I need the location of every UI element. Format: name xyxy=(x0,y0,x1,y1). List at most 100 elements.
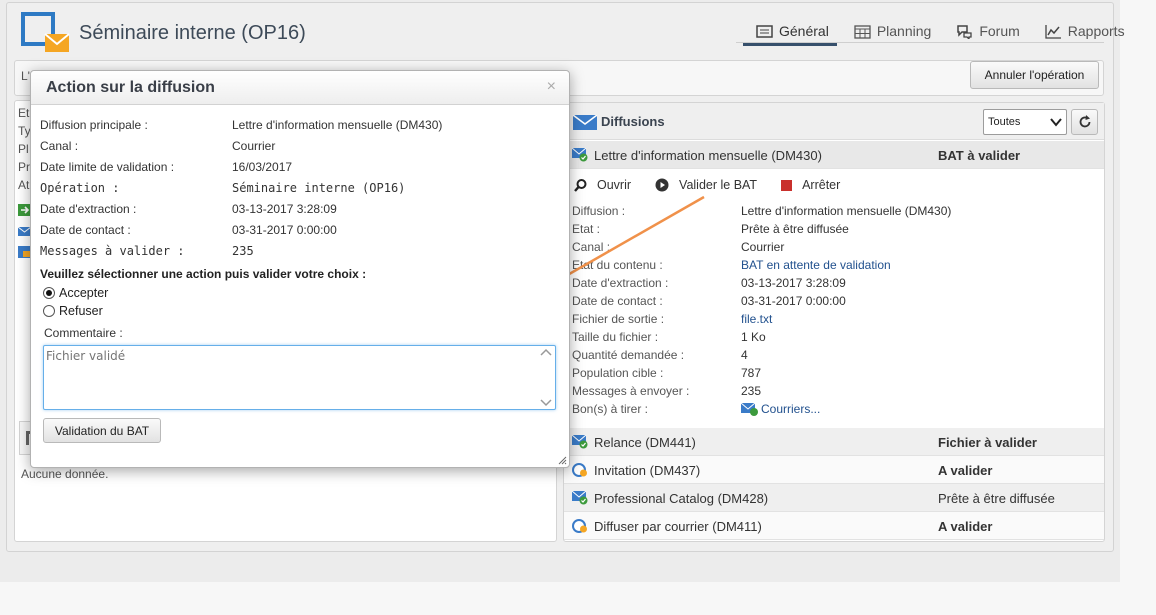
accept-option[interactable]: Accepter xyxy=(43,286,108,300)
delivery-action-dialog: Action sur la diffusion × Diffusion prin… xyxy=(30,70,570,468)
detail-label: Etat du contenu : xyxy=(572,258,663,272)
stop-icon xyxy=(781,179,793,191)
operation-logo-icon xyxy=(21,12,70,52)
dialog-field-link[interactable]: Lettre d'information mensuelle (DM430) xyxy=(232,118,442,132)
tab-planning-label: Planning xyxy=(876,23,932,39)
detail-value: 4 xyxy=(741,348,748,362)
resize-handle-icon[interactable] xyxy=(558,456,567,465)
delivery-status: BAT à valider xyxy=(938,148,1021,163)
envelope-check-icon xyxy=(741,403,758,416)
calendar-icon xyxy=(854,24,871,39)
tab-general-label: Général xyxy=(779,23,829,39)
chart-icon xyxy=(1045,24,1061,39)
toolbar-text: L' xyxy=(21,69,30,83)
detail-label: Diffusion : xyxy=(572,204,626,218)
no-data-text: Aucune donnée. xyxy=(21,467,109,481)
envelope-check-icon xyxy=(572,491,588,505)
general-icon xyxy=(756,24,773,38)
dialog-title: Action sur la diffusion xyxy=(46,79,215,96)
dialog-field-value: 235 xyxy=(232,244,254,258)
cancel-operation-button[interactable]: Annuler l'opération xyxy=(970,61,1099,89)
detail-label: Bon(s) à tirer : xyxy=(572,402,649,416)
comment-label: Commentaire : xyxy=(44,326,123,340)
envelope-check-icon xyxy=(572,435,588,449)
refresh-button[interactable] xyxy=(1071,109,1098,135)
stop-action[interactable]: Arrêter xyxy=(781,178,840,192)
deliveries-panel: Diffusions Toutes Lettre d'information m… xyxy=(563,102,1105,542)
detail-value: 03-31-2017 0:00:00 xyxy=(741,294,846,308)
dialog-instructions: Veuillez sélectionner une action puis va… xyxy=(40,267,367,281)
detail-label: Fichier de sortie : xyxy=(572,312,665,326)
detail-link[interactable]: BAT en attente de validation xyxy=(741,258,891,272)
dialog-field-label: Opération : xyxy=(40,181,120,195)
detail-label-peek: Et xyxy=(18,106,30,120)
dialog-field-label: Messages à valider : xyxy=(40,244,185,258)
dialog-field-label: Diffusion principale : xyxy=(40,118,148,132)
refuse-option[interactable]: Refuser xyxy=(43,304,103,318)
delivery-row-selected[interactable]: Lettre d'information mensuelle (DM430) B… xyxy=(564,141,1104,169)
delivery-name: Professional Catalog (DM428) xyxy=(594,491,769,506)
dialog-field-link[interactable]: Séminaire interne (OP16) xyxy=(232,181,405,195)
tabs-divider xyxy=(736,42,1104,43)
tab-rapports-label: Rapports xyxy=(1067,23,1125,39)
dialog-field-label: Date limite de validation : xyxy=(40,160,175,174)
page-title: Séminaire interne (OP16) xyxy=(79,22,306,44)
detail-link[interactable]: file.txt xyxy=(741,312,772,326)
detail-value: 1 Ko xyxy=(741,330,766,344)
detail-label-peek: Pr xyxy=(18,160,30,174)
deliveries-title: Diffusions xyxy=(601,114,665,129)
pending-icon xyxy=(572,463,587,477)
chevron-down-icon xyxy=(1050,118,1062,127)
delivery-name: Relance (DM441) xyxy=(594,435,696,450)
accept-radio[interactable] xyxy=(43,287,55,299)
detail-label-peek: Ty xyxy=(18,124,31,138)
detail-value: 235 xyxy=(741,384,762,398)
detail-label: Quantité demandée : xyxy=(572,348,685,362)
stop-action-label: Arrêter xyxy=(802,178,841,192)
delivery-name: Lettre d'information mensuelle (DM430) xyxy=(594,148,822,163)
dialog-field-label: Canal : xyxy=(40,139,79,153)
detail-value: Prête à être diffusée xyxy=(741,222,849,236)
detail-label-peek: At xyxy=(18,178,30,192)
envelope-check-icon xyxy=(572,148,588,162)
accept-label: Accepter xyxy=(59,286,109,300)
validate-proof-label: Valider le BAT xyxy=(679,178,758,192)
open-action-label: Ouvrir xyxy=(597,178,632,192)
dialog-field-label: Date de contact : xyxy=(40,223,131,237)
dialog-field-value: 16/03/2017 xyxy=(232,160,293,174)
detail-label: Date de contact : xyxy=(572,294,663,308)
close-icon[interactable]: × xyxy=(547,78,556,96)
delivery-row[interactable]: Professional Catalog (DM428) Prête à être… xyxy=(564,484,1104,512)
delivery-row[interactable]: Diffuser par courrier (DM411) A valider xyxy=(564,512,1104,540)
detail-label-peek: Pl xyxy=(18,142,29,156)
detail-value: Courrier xyxy=(741,240,785,254)
detail-value: 03-13-2017 3:28:09 xyxy=(741,276,846,290)
delivery-status: A valider xyxy=(938,519,993,534)
validate-proof-button[interactable]: Validation du BAT xyxy=(43,418,161,443)
delivery-row[interactable]: Relance (DM441) Fichier à valider xyxy=(564,428,1104,456)
detail-label: Messages à envoyer : xyxy=(572,384,690,398)
tab-forum-label: Forum xyxy=(979,23,1020,39)
open-action[interactable]: Ouvrir xyxy=(574,178,631,192)
play-circle-icon xyxy=(655,178,669,192)
delivery-name: Diffuser par courrier (DM411) xyxy=(594,519,762,534)
search-icon xyxy=(574,178,587,192)
detail-link[interactable]: Courriers... xyxy=(761,402,820,416)
detail-label: Canal : xyxy=(572,240,611,254)
detail-value: Lettre d'information mensuelle (DM430) xyxy=(741,204,952,218)
refresh-icon xyxy=(1079,115,1090,128)
textarea-scrollbar[interactable] xyxy=(539,347,553,408)
filter-selected-value: Toutes xyxy=(988,116,1021,128)
deliveries-header: Diffusions Toutes xyxy=(564,103,1104,140)
validate-proof-action[interactable]: Valider le BAT xyxy=(655,178,757,192)
dialog-header: Action sur la diffusion × xyxy=(31,71,569,105)
comment-textarea[interactable] xyxy=(43,345,556,410)
delivery-status: Fichier à valider xyxy=(938,435,1037,450)
delivery-status: A valider xyxy=(938,463,993,478)
refuse-radio[interactable] xyxy=(43,305,55,317)
deliveries-filter-select[interactable]: Toutes xyxy=(983,109,1067,135)
detail-label: Taille du fichier : xyxy=(572,330,659,344)
detail-value: 787 xyxy=(741,366,762,380)
delivery-row[interactable]: Invitation (DM437) A valider xyxy=(564,456,1104,484)
refuse-label: Refuser xyxy=(59,304,103,318)
